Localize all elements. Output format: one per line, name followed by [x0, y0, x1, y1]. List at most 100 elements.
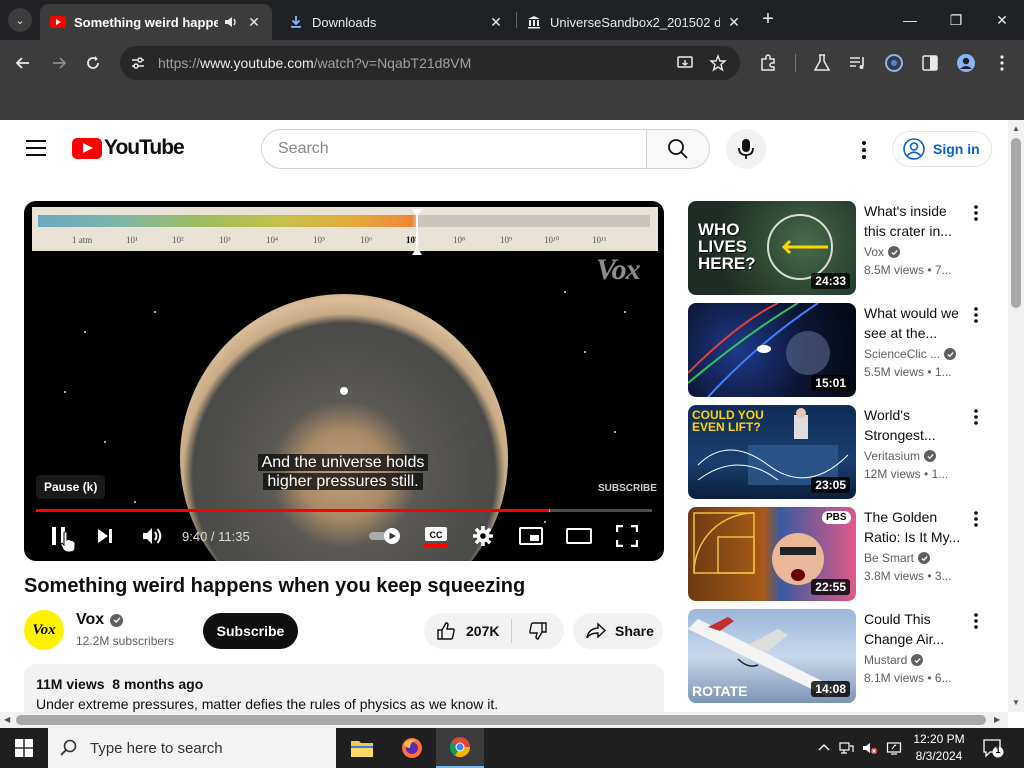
- tab-close-icon[interactable]: ✕: [726, 14, 742, 31]
- recommended-video[interactable]: 15:01 What would we see at the... Scienc…: [688, 303, 998, 397]
- video-channel[interactable]: Vox: [864, 245, 901, 259]
- url-text: https://www.youtube.com/watch?v=NqabT21d…: [158, 55, 472, 71]
- recommended-video[interactable]: ROTATE 14:08 Could This Change Air... Mu…: [688, 609, 998, 703]
- video-title[interactable]: What's inside this crater in...: [864, 201, 968, 241]
- guide-menu-hamburger-icon[interactable]: [26, 140, 46, 156]
- tray-chevron-up-icon[interactable]: [816, 740, 832, 756]
- video-title[interactable]: What would we see at the...: [864, 303, 968, 343]
- video-channel[interactable]: Veritasium: [864, 449, 937, 463]
- video-action-kebab-icon[interactable]: [968, 407, 984, 427]
- video-channel[interactable]: Mustard: [864, 653, 924, 667]
- video-title[interactable]: Could This Change Air...: [864, 609, 968, 649]
- bookmark-star-icon[interactable]: [709, 54, 727, 72]
- video-thumbnail[interactable]: PBS 22:55: [688, 507, 856, 601]
- side-panel-icon[interactable]: [920, 53, 940, 73]
- tab-audio-speaker-icon[interactable]: [224, 15, 240, 29]
- tab-downloads[interactable]: Downloads ✕: [278, 4, 514, 40]
- back-arrow-icon[interactable]: [10, 50, 36, 76]
- video-player[interactable]: 1 atm 10¹ 10² 10³ 10⁴ 10⁵ 10⁶ 10⁷ 10⁸ 10…: [24, 201, 664, 561]
- restore-icon[interactable]: ❐: [942, 8, 970, 32]
- autoplay-toggle[interactable]: [368, 523, 404, 549]
- start-windows-icon[interactable]: [0, 728, 48, 768]
- microphone-icon: [738, 139, 754, 159]
- scroll-left-arrow-icon[interactable]: ◀: [4, 715, 10, 724]
- notification-center-icon[interactable]: 1: [982, 738, 1004, 758]
- vertical-scroll-thumb[interactable]: [1011, 138, 1021, 308]
- tab-search-chevron-icon[interactable]: ⌄: [8, 8, 32, 32]
- next-video-button[interactable]: [92, 523, 118, 549]
- vertical-scrollbar[interactable]: ▲ ▼: [1008, 120, 1024, 712]
- settings-kebab-icon[interactable]: [852, 138, 876, 162]
- browser-menu-kebab-icon[interactable]: [992, 53, 1012, 73]
- video-channel[interactable]: ScienceClic ...: [864, 347, 957, 361]
- channel-name-link[interactable]: Vox: [76, 611, 124, 629]
- extensions-puzzle-icon[interactable]: [758, 53, 778, 73]
- volume-button[interactable]: [140, 523, 166, 549]
- file-explorer-folder-icon[interactable]: [338, 728, 386, 768]
- new-tab-plus-icon[interactable]: +: [758, 8, 778, 32]
- recommended-video[interactable]: PBS 22:55 The Golden Ratio: Is It My... …: [688, 507, 998, 601]
- verified-check-icon: [918, 552, 931, 564]
- scroll-down-arrow-icon[interactable]: ▼: [1012, 698, 1020, 707]
- video-thumbnail[interactable]: WHO LIVES HERE? 24:33: [688, 201, 856, 295]
- video-thumbnail[interactable]: 15:01: [688, 303, 856, 397]
- voice-search-button[interactable]: [726, 129, 766, 169]
- install-app-icon[interactable]: [676, 54, 694, 72]
- scroll-right-arrow-icon[interactable]: ▶: [994, 715, 1000, 724]
- minimize-icon[interactable]: —: [896, 8, 924, 32]
- description-box[interactable]: 11M views 8 months ago Under extreme pre…: [24, 664, 664, 712]
- video-title[interactable]: World's Strongest...: [864, 405, 968, 445]
- recommended-video[interactable]: COULD YOU EVEN LIFT? 23:05 World's Stron…: [688, 405, 998, 499]
- extension-circle-icon[interactable]: [884, 53, 904, 73]
- like-button[interactable]: 207K: [424, 613, 512, 649]
- chrome-browser-icon[interactable]: [436, 728, 484, 768]
- dislike-button[interactable]: [512, 613, 564, 649]
- horizontal-scroll-thumb[interactable]: [16, 715, 986, 725]
- site-info-tune-icon[interactable]: [130, 55, 146, 71]
- miniplayer-button[interactable]: [518, 523, 544, 549]
- profile-avatar-icon[interactable]: [956, 53, 976, 73]
- video-action-kebab-icon[interactable]: [968, 305, 984, 325]
- video-action-kebab-icon[interactable]: [968, 509, 984, 529]
- network-icon[interactable]: [838, 740, 854, 756]
- scroll-up-arrow-icon[interactable]: ▲: [1012, 124, 1020, 133]
- progress-bar[interactable]: [36, 509, 652, 512]
- video-action-kebab-icon[interactable]: [968, 203, 984, 223]
- display-settings-icon[interactable]: [886, 740, 902, 756]
- sign-in-button[interactable]: Sign in: [892, 131, 992, 167]
- subscribe-button[interactable]: Subscribe: [203, 613, 298, 649]
- subscribe-watermark[interactable]: SUBSCRIBE: [598, 483, 657, 494]
- youtube-logo[interactable]: YouTube: [72, 136, 185, 160]
- forward-arrow-icon[interactable]: [46, 50, 72, 76]
- share-button[interactable]: Share: [573, 613, 663, 649]
- window-close-icon[interactable]: ✕: [988, 8, 1016, 32]
- clock-time: 12:20 PM: [913, 732, 965, 746]
- horizontal-scrollbar[interactable]: ◀ ▶: [0, 712, 1008, 728]
- settings-button[interactable]: [470, 523, 496, 549]
- tab-close-icon[interactable]: ✕: [246, 14, 262, 31]
- media-queue-icon[interactable]: [848, 53, 868, 73]
- taskbar-clock[interactable]: 12:20 PM 8/3/2024: [906, 731, 972, 765]
- fullscreen-button[interactable]: [614, 523, 640, 549]
- channel-avatar[interactable]: Vox: [24, 610, 64, 650]
- taskbar-search-box[interactable]: Type here to search: [48, 728, 336, 768]
- video-channel[interactable]: Be Smart: [864, 551, 931, 565]
- video-thumbnail[interactable]: ROTATE 14:08: [688, 609, 856, 703]
- recommended-video[interactable]: WHO LIVES HERE? 24:33 What's inside this…: [688, 201, 998, 295]
- tab-archive-directory[interactable]: UniverseSandbox2_201502 directory listin…: [516, 4, 752, 40]
- subtitles-button[interactable]: CC: [422, 523, 450, 549]
- search-button[interactable]: [646, 129, 710, 169]
- volume-muted-icon[interactable]: [862, 740, 878, 756]
- tab-close-icon[interactable]: ✕: [488, 14, 504, 31]
- search-input[interactable]: Search: [261, 129, 647, 169]
- theater-mode-button[interactable]: [566, 523, 592, 549]
- tab-youtube-video[interactable]: Something weird happens when you keep sq…: [40, 4, 272, 40]
- reload-icon[interactable]: [80, 50, 106, 76]
- firefox-browser-icon[interactable]: [388, 728, 436, 768]
- lab-flask-icon[interactable]: [812, 53, 832, 73]
- video-action-kebab-icon[interactable]: [968, 611, 984, 631]
- address-bar[interactable]: https://www.youtube.com/watch?v=NqabT21d…: [120, 46, 740, 80]
- video-title[interactable]: The Golden Ratio: Is It My...: [864, 507, 968, 547]
- miniplayer-icon: [519, 527, 543, 545]
- video-thumbnail[interactable]: COULD YOU EVEN LIFT? 23:05: [688, 405, 856, 499]
